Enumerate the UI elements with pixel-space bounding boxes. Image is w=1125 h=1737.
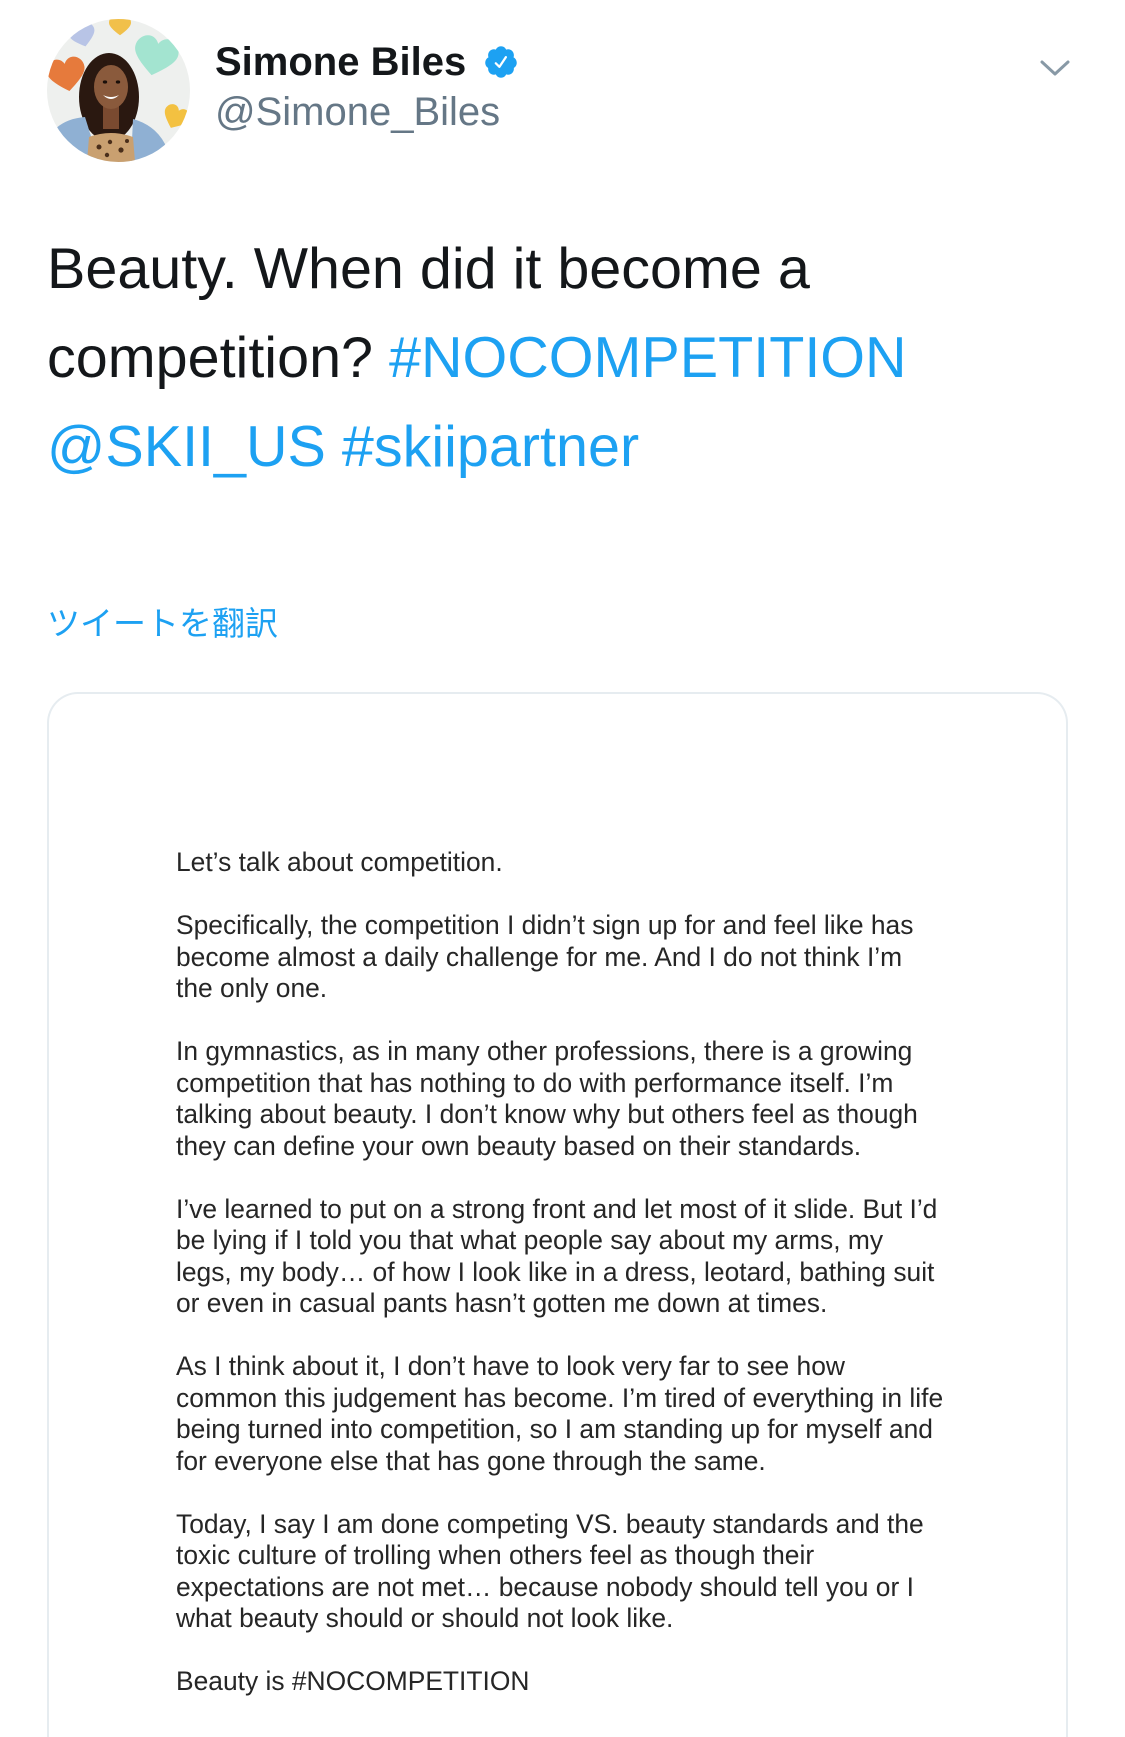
document-line: they can define your own beauty based on… (176, 1130, 862, 1161)
document-line: toxic culture of trolling when others fe… (176, 1540, 815, 1570)
document-line: expectations are not met… because nobody… (176, 1571, 914, 1602)
avatar[interactable] (47, 19, 190, 162)
document-line: be lying if I told you that what people … (176, 1225, 884, 1255)
document-paragraph: I’ve learned to put on a strong front an… (176, 1194, 943, 1320)
document-line: become almost a daily challenge for me. … (176, 941, 903, 972)
tweet-line: competition? #NOCOMPETITION (47, 314, 907, 403)
document-line: for everyone else that has gone through … (176, 1445, 766, 1476)
translate-tweet-link[interactable]: ツイートを翻訳 (47, 602, 278, 646)
right-eye (115, 80, 121, 84)
document-line: As I think about it, I don’t have to loo… (176, 1351, 845, 1381)
leopard-spot (96, 144, 102, 150)
document-line: In gymnastics, as in many other professi… (176, 1036, 913, 1066)
document-paragraph: In gymnastics, as in many other professi… (176, 1036, 943, 1162)
mention-link[interactable]: @SKII_US (47, 415, 326, 479)
tweet-text-segment: competition? (47, 326, 374, 390)
document-line: talking about beauty. I don’t know why b… (176, 1099, 918, 1129)
media-card[interactable]: Let’s talk about competition. Specifical… (47, 692, 1068, 1737)
avatar-image (47, 19, 190, 162)
document-line: what beauty should or should not look li… (176, 1603, 674, 1633)
document-line: Beauty is #NOCOMPETITION (176, 1666, 530, 1696)
document-paragraph: Beauty is #NOCOMPETITION (176, 1666, 943, 1698)
document-line: the only one. (176, 973, 328, 1003)
document-paragraph: Let’s talk about competition. (176, 847, 943, 879)
leopard-spot (107, 139, 113, 145)
document-line: Specifically, the competition I didn’t s… (176, 910, 914, 940)
leopard-top (87, 133, 135, 162)
document-line: competition that has nothing to do with … (176, 1067, 894, 1098)
document-line: I’ve learned to put on a strong front an… (176, 1193, 938, 1224)
verified-badge-icon (485, 46, 517, 78)
left-eye (102, 80, 108, 84)
hashtag-link[interactable]: #skiipartner (342, 415, 639, 479)
tweet-text: Beauty. When did it become a competition… (47, 225, 907, 492)
document-paragraph: As I think about it, I don’t have to loo… (176, 1351, 943, 1477)
display-name[interactable]: Simone Biles (215, 38, 466, 86)
tweet-line: @SKII_US #skiipartner (47, 403, 907, 492)
leopard-spot (125, 139, 129, 143)
author-name-row: Simone Biles (215, 38, 519, 86)
document-paragraph: Today, I say I am done competing VS. bea… (176, 1509, 943, 1635)
document-line: Today, I say I am done competing VS. bea… (176, 1508, 924, 1539)
handle[interactable]: @Simone_Biles (215, 88, 500, 136)
document-image-text: Let’s talk about competition. Specifical… (176, 847, 943, 1698)
document-paragraph: Specifically, the competition I didn’t s… (176, 910, 943, 1005)
document-line: Let’s talk about competition. (176, 847, 503, 877)
hashtag-link[interactable]: #NOCOMPETITION (389, 326, 907, 390)
document-line: or even in casual pants hasn’t gotten me… (176, 1288, 828, 1318)
face (94, 65, 128, 109)
document-line: common this judgement has become. I’m ti… (176, 1382, 944, 1413)
chevron-down-icon (1040, 60, 1070, 76)
tweet-line: Beauty. When did it become a (47, 225, 907, 314)
document-line: legs, my body… of how I look like in a d… (176, 1256, 935, 1287)
tweet-menu-button[interactable] (1038, 51, 1072, 85)
leopard-spot (118, 147, 124, 153)
tweet-text-segment: Beauty. When did it become a (47, 237, 810, 301)
leopard-spot (104, 152, 110, 158)
document-line: being turned into competition, so I am s… (176, 1414, 933, 1444)
